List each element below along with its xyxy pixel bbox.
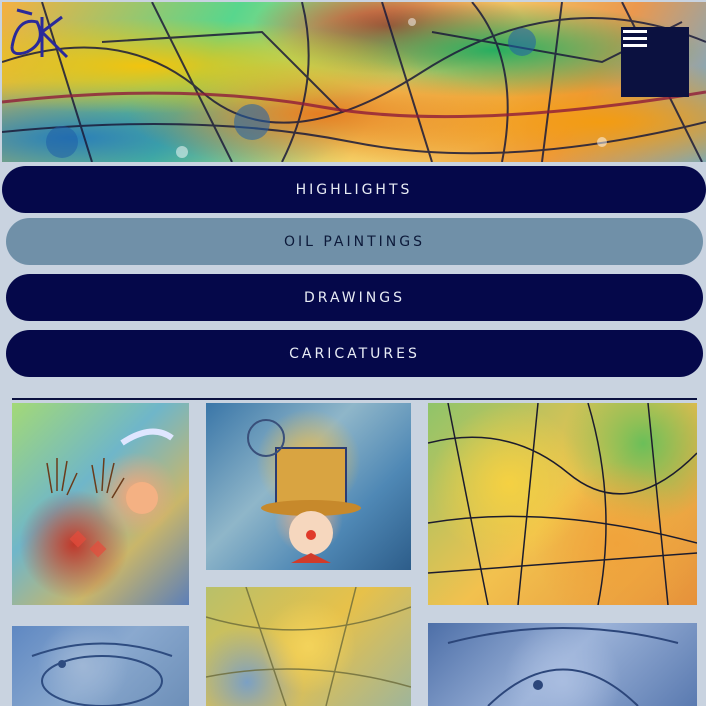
blue-fish-art	[31, 642, 173, 706]
blue-swirl-art	[447, 627, 679, 706]
logo-mark[interactable]	[2, 2, 82, 72]
gallery-image-golden-abstract[interactable]	[206, 587, 411, 706]
gallery-image-abstract-lines[interactable]	[428, 403, 697, 605]
gallery-image-clown[interactable]	[206, 403, 411, 570]
menu-button[interactable]	[621, 27, 689, 97]
clown-figure	[247, 419, 361, 563]
gallery-image-blue-swirl[interactable]	[428, 623, 697, 706]
abstract-lines-art	[428, 403, 697, 605]
divider	[12, 398, 697, 400]
nav-highlights[interactable]: HIGHLIGHTS	[2, 166, 706, 213]
golden-abstract-art	[206, 587, 411, 706]
nav-oil-paintings[interactable]: OIL PAINTINGS	[6, 218, 703, 265]
harlequin-figure	[46, 428, 174, 558]
header-banner	[2, 2, 706, 162]
nav-drawings[interactable]: DRAWINGS	[6, 274, 703, 321]
banner-artwork	[2, 2, 706, 162]
nav-caricatures[interactable]: CARICATURES	[6, 330, 703, 377]
gallery-image-blue-fish[interactable]	[12, 626, 189, 706]
gallery-image-harlequin[interactable]	[12, 403, 189, 605]
hamburger-icon	[623, 30, 647, 47]
